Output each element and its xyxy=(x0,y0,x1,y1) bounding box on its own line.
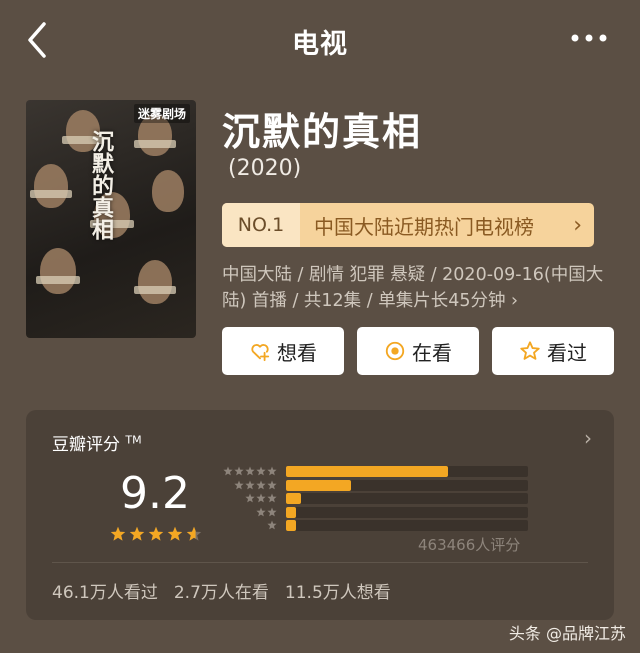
show-year: (2020) xyxy=(228,156,302,181)
divider xyxy=(52,562,588,563)
rating-row-4-star xyxy=(216,479,546,492)
rating-bar-fill xyxy=(286,466,449,477)
want-count: 11.5万人想看 xyxy=(284,583,391,603)
star-icon xyxy=(186,526,202,541)
rating-count: 463466人评分 xyxy=(418,536,521,554)
star-icon xyxy=(245,480,255,489)
rating-bar-fill xyxy=(286,506,296,518)
star-icon xyxy=(245,466,255,476)
watch-stats: 46.1万人看过 2.7万人在看 11.5万人想看 xyxy=(52,578,391,603)
star-icon xyxy=(267,493,277,503)
star-icon xyxy=(234,480,244,489)
star-outline-icon xyxy=(520,341,540,360)
watched-count: 46.1万人看过 xyxy=(52,583,158,603)
rating-row-5-star xyxy=(216,466,546,478)
rank-number: NO.1 xyxy=(222,203,300,247)
rating-tm: TM xyxy=(125,433,142,447)
rating-bar-fill xyxy=(286,479,352,491)
rating-title-text: 豆瓣评分 xyxy=(52,435,120,455)
radio-dot-icon xyxy=(385,341,405,361)
rating-bar-track xyxy=(286,466,528,477)
star-icon xyxy=(223,466,233,476)
watched-button[interactable]: 看过 xyxy=(492,327,614,375)
watching-label: 在看 xyxy=(412,340,452,365)
watching-count: 2.7万人在看 xyxy=(173,583,269,603)
show-meta-text: 中国大陆 / 剧情 犯罪 悬疑 / 2020-09-16(中国大陆) 首播 / … xyxy=(222,265,604,311)
more-dots-icon xyxy=(571,34,607,42)
star-icon xyxy=(245,493,255,503)
rating-score: 9.2 xyxy=(120,468,190,519)
poster-image[interactable]: 迷雾剧场 沉默的真相 xyxy=(26,100,196,338)
rating-bar-fill xyxy=(286,493,301,504)
more-button[interactable] xyxy=(570,30,610,46)
poster-calligraphy: 沉默的真相 xyxy=(88,130,114,240)
chevron-right-icon: › xyxy=(511,291,519,311)
rating-title: 豆瓣评分 TM xyxy=(52,430,142,455)
star-icon xyxy=(110,526,126,541)
rating-bar-fill xyxy=(286,520,296,531)
star-icon xyxy=(267,480,277,489)
show-meta[interactable]: 中国大陆 / 剧情 犯罪 悬疑 / 2020-09-16(中国大陆) 首播 / … xyxy=(222,262,622,314)
star-icon xyxy=(267,507,277,516)
rank-banner[interactable]: NO.1 中国大陆近期热门电视榜 › xyxy=(222,203,594,247)
star-icon xyxy=(148,526,164,541)
star-icon xyxy=(256,466,266,476)
watermark: 头条 @品牌江苏 xyxy=(508,624,626,643)
want-to-watch-label: 想看 xyxy=(277,340,317,365)
rating-row-3-star xyxy=(216,493,546,505)
star-icon xyxy=(129,526,145,541)
rating-row-1-star xyxy=(216,520,546,532)
rank-text: 中国大陆近期热门电视榜 xyxy=(314,214,534,239)
rating-bar-track xyxy=(286,479,528,491)
watched-label: 看过 xyxy=(547,340,587,365)
watching-button[interactable]: 在看 xyxy=(357,327,479,375)
star-icon xyxy=(267,520,277,530)
rating-row-2-star xyxy=(216,506,546,519)
poster-badge: 迷雾剧场 xyxy=(133,104,190,123)
douban-rating-card[interactable]: 豆瓣评分 TM › 9.2 463466人评分 46.1万人看过 2.7万人在看… xyxy=(26,410,614,620)
action-buttons: 想看 在看 看过 xyxy=(222,327,614,375)
chevron-right-icon[interactable]: › xyxy=(584,426,592,450)
page-title: 电视 xyxy=(292,29,348,60)
star-icon xyxy=(256,507,266,516)
star-icon xyxy=(256,480,266,489)
chevron-right-icon: › xyxy=(573,212,582,238)
top-bar: 电视 xyxy=(0,0,640,80)
rating-bar-track xyxy=(286,493,528,504)
show-title: 沉默的真相 xyxy=(222,110,423,154)
want-to-watch-button[interactable]: 想看 xyxy=(222,327,344,375)
rating-bar-track xyxy=(286,506,528,518)
star-icon xyxy=(234,466,244,476)
star-icon xyxy=(267,466,277,476)
star-icon xyxy=(167,526,183,541)
star-icon xyxy=(256,493,266,503)
rating-bar-track xyxy=(286,520,528,531)
rating-stars xyxy=(110,526,202,542)
heart-plus-icon xyxy=(251,344,270,362)
